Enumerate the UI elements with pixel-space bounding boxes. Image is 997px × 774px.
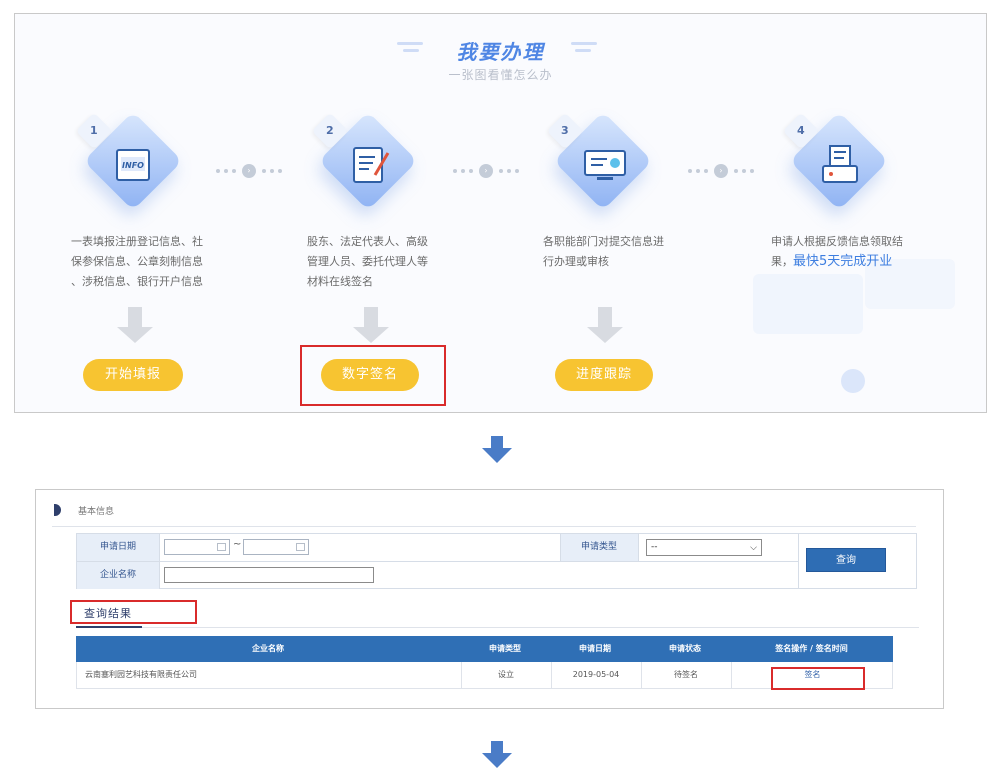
step-2-down-arrow [353,307,389,347]
monitor-review-icon [584,150,626,180]
step-3-description: 各职能部门对提交信息进 行办理或审核 [543,235,664,268]
highlight-box-digital-signature [300,345,446,406]
flow-title: 我要办理 [456,40,545,64]
apply-date-label: 申请日期 [77,534,159,561]
connector-2-3: › [453,164,519,178]
step-4-highlight: 最快5天完成开业 [793,254,893,269]
form-col-divider-1 [159,534,160,588]
document-sign-icon [353,147,390,183]
step-1-description: 一表填报注册登记信息、社 保参保信息、公章刻制信息 、涉税信息、银行开户信息 [71,235,203,288]
step-4-description: 申请人根据反馈信息领取结 果，最快5天完成开业 [771,235,903,269]
tab-active-indicator [76,626,142,628]
section-marker-icon [54,504,61,516]
date-separator: ~ [233,539,242,550]
step-2-description: 股东、法定代表人、高级 管理人员、委托代理人等 材料在线签名 [307,235,428,288]
form-col-divider-2 [560,534,561,561]
col-sign-action: 签名操作 / 签名时间 [775,644,848,653]
signature-query-panel: 基本信息 申请日期 企业名称 申请类型 ~ -- ⌵ 查询 查询结果 企业名称 … [35,489,944,709]
flow-subtitle: 一张图看懂怎么办 [448,68,553,82]
end-date-input[interactable] [243,539,309,555]
col-apply-date: 申请日期 [579,644,611,653]
process-flow-panel: 我要办理 一张图看懂怎么办 1 INFO 一表填报注册登记信息、社 保参保信息、… [14,13,987,413]
cell-type: 设立 [498,670,514,679]
section-title: 基本信息 [78,507,115,517]
highlight-box-sign-link [771,667,865,690]
background-dot [841,369,865,393]
progress-tracking-button[interactable]: 进度跟踪 [555,359,653,391]
apply-type-label: 申请类型 [560,534,638,561]
calendar-icon[interactable] [296,543,305,551]
chevron-down-icon: ⌵ [750,543,757,553]
tab-underline [76,627,919,628]
cell-status: 待签名 [674,670,698,679]
query-form: 申请日期 企业名称 申请类型 ~ -- ⌵ [76,533,799,589]
table-header: 企业名称 申请类型 申请日期 申请状态 签名操作 / 签名时间 [76,636,893,662]
highlight-box-query-results [70,600,197,624]
printer-result-icon [822,145,858,183]
connector-3-4: › [688,164,754,178]
flow-down-arrow-1 [482,436,512,464]
company-name-input[interactable] [164,567,374,583]
start-date-input[interactable] [164,539,230,555]
form-col-divider-3 [638,534,639,561]
cell-date: 2019-05-04 [572,670,620,679]
flow-down-arrow-2 [482,741,512,769]
cell-company: 云南塞利园艺科技有限责任公司 [85,670,197,679]
start-fill-button[interactable]: 开始填报 [83,359,183,391]
calendar-icon[interactable] [217,543,226,551]
query-button[interactable]: 查询 [806,548,886,572]
background-illustration [753,274,863,334]
query-button-cell: 查询 [799,533,917,589]
info-form-icon: INFO [116,149,150,181]
step-1-down-arrow [117,307,153,347]
step-3-down-arrow [587,307,623,347]
apply-type-select[interactable]: -- ⌵ [646,539,762,556]
col-company-name: 企业名称 [252,644,284,653]
company-name-label: 企业名称 [77,562,159,589]
col-apply-type: 申请类型 [489,644,521,653]
connector-1-2: › [216,164,282,178]
svg-text:INFO: INFO [122,161,144,170]
col-apply-status: 申请状态 [669,644,701,653]
form-row-divider [77,561,798,562]
section-header: 基本信息 [52,500,916,527]
